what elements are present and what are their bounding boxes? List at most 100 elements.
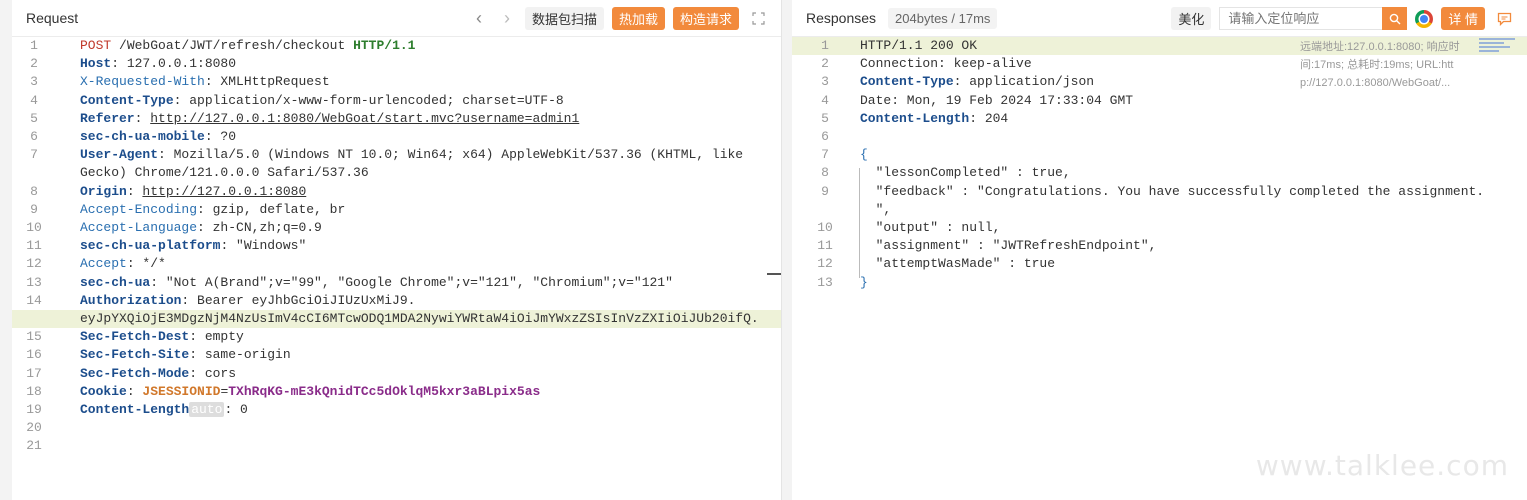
line-text: sec-ch-ua: "Not A(Brand";v="99", "Google… [80, 274, 673, 292]
code-line: 11 "assignment" : "JWTRefreshEndpoint", [792, 237, 1527, 255]
line-number: 10 [26, 220, 42, 235]
line-number: 2 [30, 56, 38, 72]
line-number: 12 [817, 256, 833, 272]
line-number: 7 [821, 147, 829, 163]
line-text: sec-ch-ua-mobile: ?0 [80, 128, 236, 146]
details-button[interactable]: 详 情 [1441, 7, 1485, 30]
code-token: http://127.0.0.1:8080/WebGoat/start.mvc?… [150, 110, 580, 126]
locate-search-input[interactable] [1219, 7, 1383, 30]
code-line: 5 Content-Length: 204 [792, 110, 1527, 128]
code-line: 10 Accept-Language: zh-CN,zh;q=0.9 [12, 219, 781, 237]
request-title: Request [26, 10, 79, 26]
code-line: 18 Cookie: JSESSIONID=TXhRqKG-mE3kQnidTCc… [12, 383, 781, 401]
code-token: : 204 [969, 110, 1009, 126]
line-number: 8 [821, 165, 829, 181]
line-text: "assignment" : "JWTRefreshEndpoint", [860, 237, 1157, 255]
line-text: POST /WebGoat/JWT/refresh/checkout HTTP/… [80, 37, 415, 55]
response-stat: 204bytes / 17ms [888, 7, 998, 29]
code-token: "feedback" : "Congratulations. You have … [860, 183, 1485, 199]
code-token: Accept-Language [80, 220, 198, 235]
code-line: eyJpYXQiOjE3MDgzNjM4NzUsImV4cCI6MTcwODQ1… [12, 310, 781, 329]
code-token: Origin [80, 183, 127, 199]
line-number: 2 [821, 56, 829, 72]
code-token: JSESSIONID [142, 383, 221, 399]
line-text: Referer: http://127.0.0.1:8080/WebGoat/s… [80, 110, 579, 128]
response-panel: Responses 204bytes / 17ms 美化 详 情 1 HTTP/1… [792, 0, 1527, 500]
line-number: 4 [821, 92, 829, 108]
line-number: 11 [817, 238, 833, 254]
code-token: "assignment" : "JWTRefreshEndpoint", [860, 238, 1157, 254]
build-request-button[interactable]: 构造请求 [672, 7, 739, 30]
code-token: Sec-Fetch-Site [80, 347, 190, 363]
code-token: : 127.0.0.1:8080 [111, 56, 237, 72]
code-token: : cors [189, 365, 237, 381]
code-token: : [134, 110, 151, 126]
code-token: Content-Type [80, 92, 174, 108]
code-line: 13} [792, 274, 1527, 292]
code-line: 4 Date: Mon, 19 Feb 2024 17:33:04 GMT [792, 92, 1527, 110]
code-token: Sec-Fetch-Mode [80, 365, 190, 381]
chrome-icon[interactable] [1415, 9, 1434, 28]
line-number: 9 [30, 201, 38, 217]
code-line: 8 Origin: http://127.0.0.1:8080 [12, 183, 781, 201]
line-number: 1 [821, 38, 829, 53]
line-number: 5 [821, 110, 829, 126]
code-token: http://127.0.0.1:8080 [142, 183, 307, 199]
minimap[interactable] [1479, 38, 1515, 60]
code-line: 20 [12, 419, 781, 437]
forward-arrow-icon[interactable]: › [497, 7, 517, 30]
line-text: Connection: keep-alive [860, 55, 1032, 73]
request-panel: Request ‹ › 数据包扫描 热加载 构造请求 1 POST /WebGoa… [12, 0, 782, 500]
code-line: 16 Sec-Fetch-Site: same-origin [12, 346, 781, 364]
line-text: X-Requested-With: XMLHttpRequest [80, 73, 330, 91]
line-number: 8 [30, 183, 38, 199]
code-token: HTTP/1.1 200 OK [860, 38, 978, 53]
code-token: : Mozilla/5.0 (Windows NT 10.0; Win64; x… [158, 147, 744, 163]
code-token: : [126, 183, 143, 199]
hot-load-button[interactable]: 热加载 [611, 7, 665, 30]
code-token: auto [189, 402, 225, 417]
code-token: "attemptWasMade" : true [860, 256, 1056, 272]
line-text: "output" : null, [860, 219, 1001, 237]
line-number: 9 [821, 183, 829, 199]
code-token: "output" : null, [860, 220, 1001, 235]
line-number: 18 [26, 383, 42, 399]
message-icon[interactable] [1493, 7, 1515, 30]
line-text: } [860, 274, 868, 292]
line-number: 3 [30, 74, 38, 90]
code-token: Content-Length [80, 402, 190, 417]
line-text: "feedback" : "Congratulations. You have … [860, 183, 1485, 201]
request-editor[interactable]: 1 POST /WebGoat/JWT/refresh/checkout HTTP… [12, 37, 781, 500]
line-text: eyJpYXQiOjE3MDgzNjM4NzUsImV4cCI6MTcwODQ1… [80, 310, 759, 328]
code-line: 7{ [792, 146, 1527, 164]
response-viewer[interactable]: 1 HTTP/1.1 200 OK 2 Connection: keep-alive 3… [792, 37, 1527, 500]
code-token: POST [80, 38, 112, 53]
search-icon[interactable] [1382, 7, 1408, 30]
line-text: Sec-Fetch-Mode: cors [80, 365, 236, 383]
code-line: 10 "output" : null, [792, 219, 1527, 237]
back-arrow-icon[interactable]: ‹ [469, 7, 489, 30]
line-number: 5 [30, 110, 38, 126]
code-line: 5 Referer: http://127.0.0.1:8080/WebGoat/… [12, 110, 781, 128]
line-number: 19 [26, 402, 42, 417]
code-token: TXhRqKG-mE3kQnidTCc5dOklqM5kxr3aBLpix5as [228, 383, 541, 399]
code-line: 17 Sec-Fetch-Mode: cors [12, 365, 781, 383]
code-token: /WebGoat/JWT/refresh/checkout [111, 38, 354, 53]
code-token: sec-ch-ua [80, 274, 151, 290]
code-token: : [126, 383, 143, 399]
packet-scan-button[interactable]: 数据包扫描 [524, 7, 604, 30]
line-text: User-Agent: Mozilla/5.0 (Windows NT 10.0… [80, 146, 743, 164]
line-number: 11 [26, 238, 42, 254]
line-number: 3 [821, 74, 829, 90]
code-line: 8 "lessonCompleted" : true, [792, 164, 1527, 182]
code-line: ", [792, 201, 1527, 219]
scroll-marker [767, 273, 781, 275]
beautify-button[interactable]: 美化 [1171, 7, 1212, 30]
fullscreen-icon[interactable] [747, 7, 769, 30]
code-token: : application/json [953, 74, 1095, 90]
line-number: 20 [26, 420, 42, 436]
line-number: 17 [26, 365, 42, 381]
line-number: 10 [817, 220, 833, 235]
line-text: Content-Length: 204 [860, 110, 1008, 128]
code-token: Accept-Encoding [80, 201, 198, 217]
